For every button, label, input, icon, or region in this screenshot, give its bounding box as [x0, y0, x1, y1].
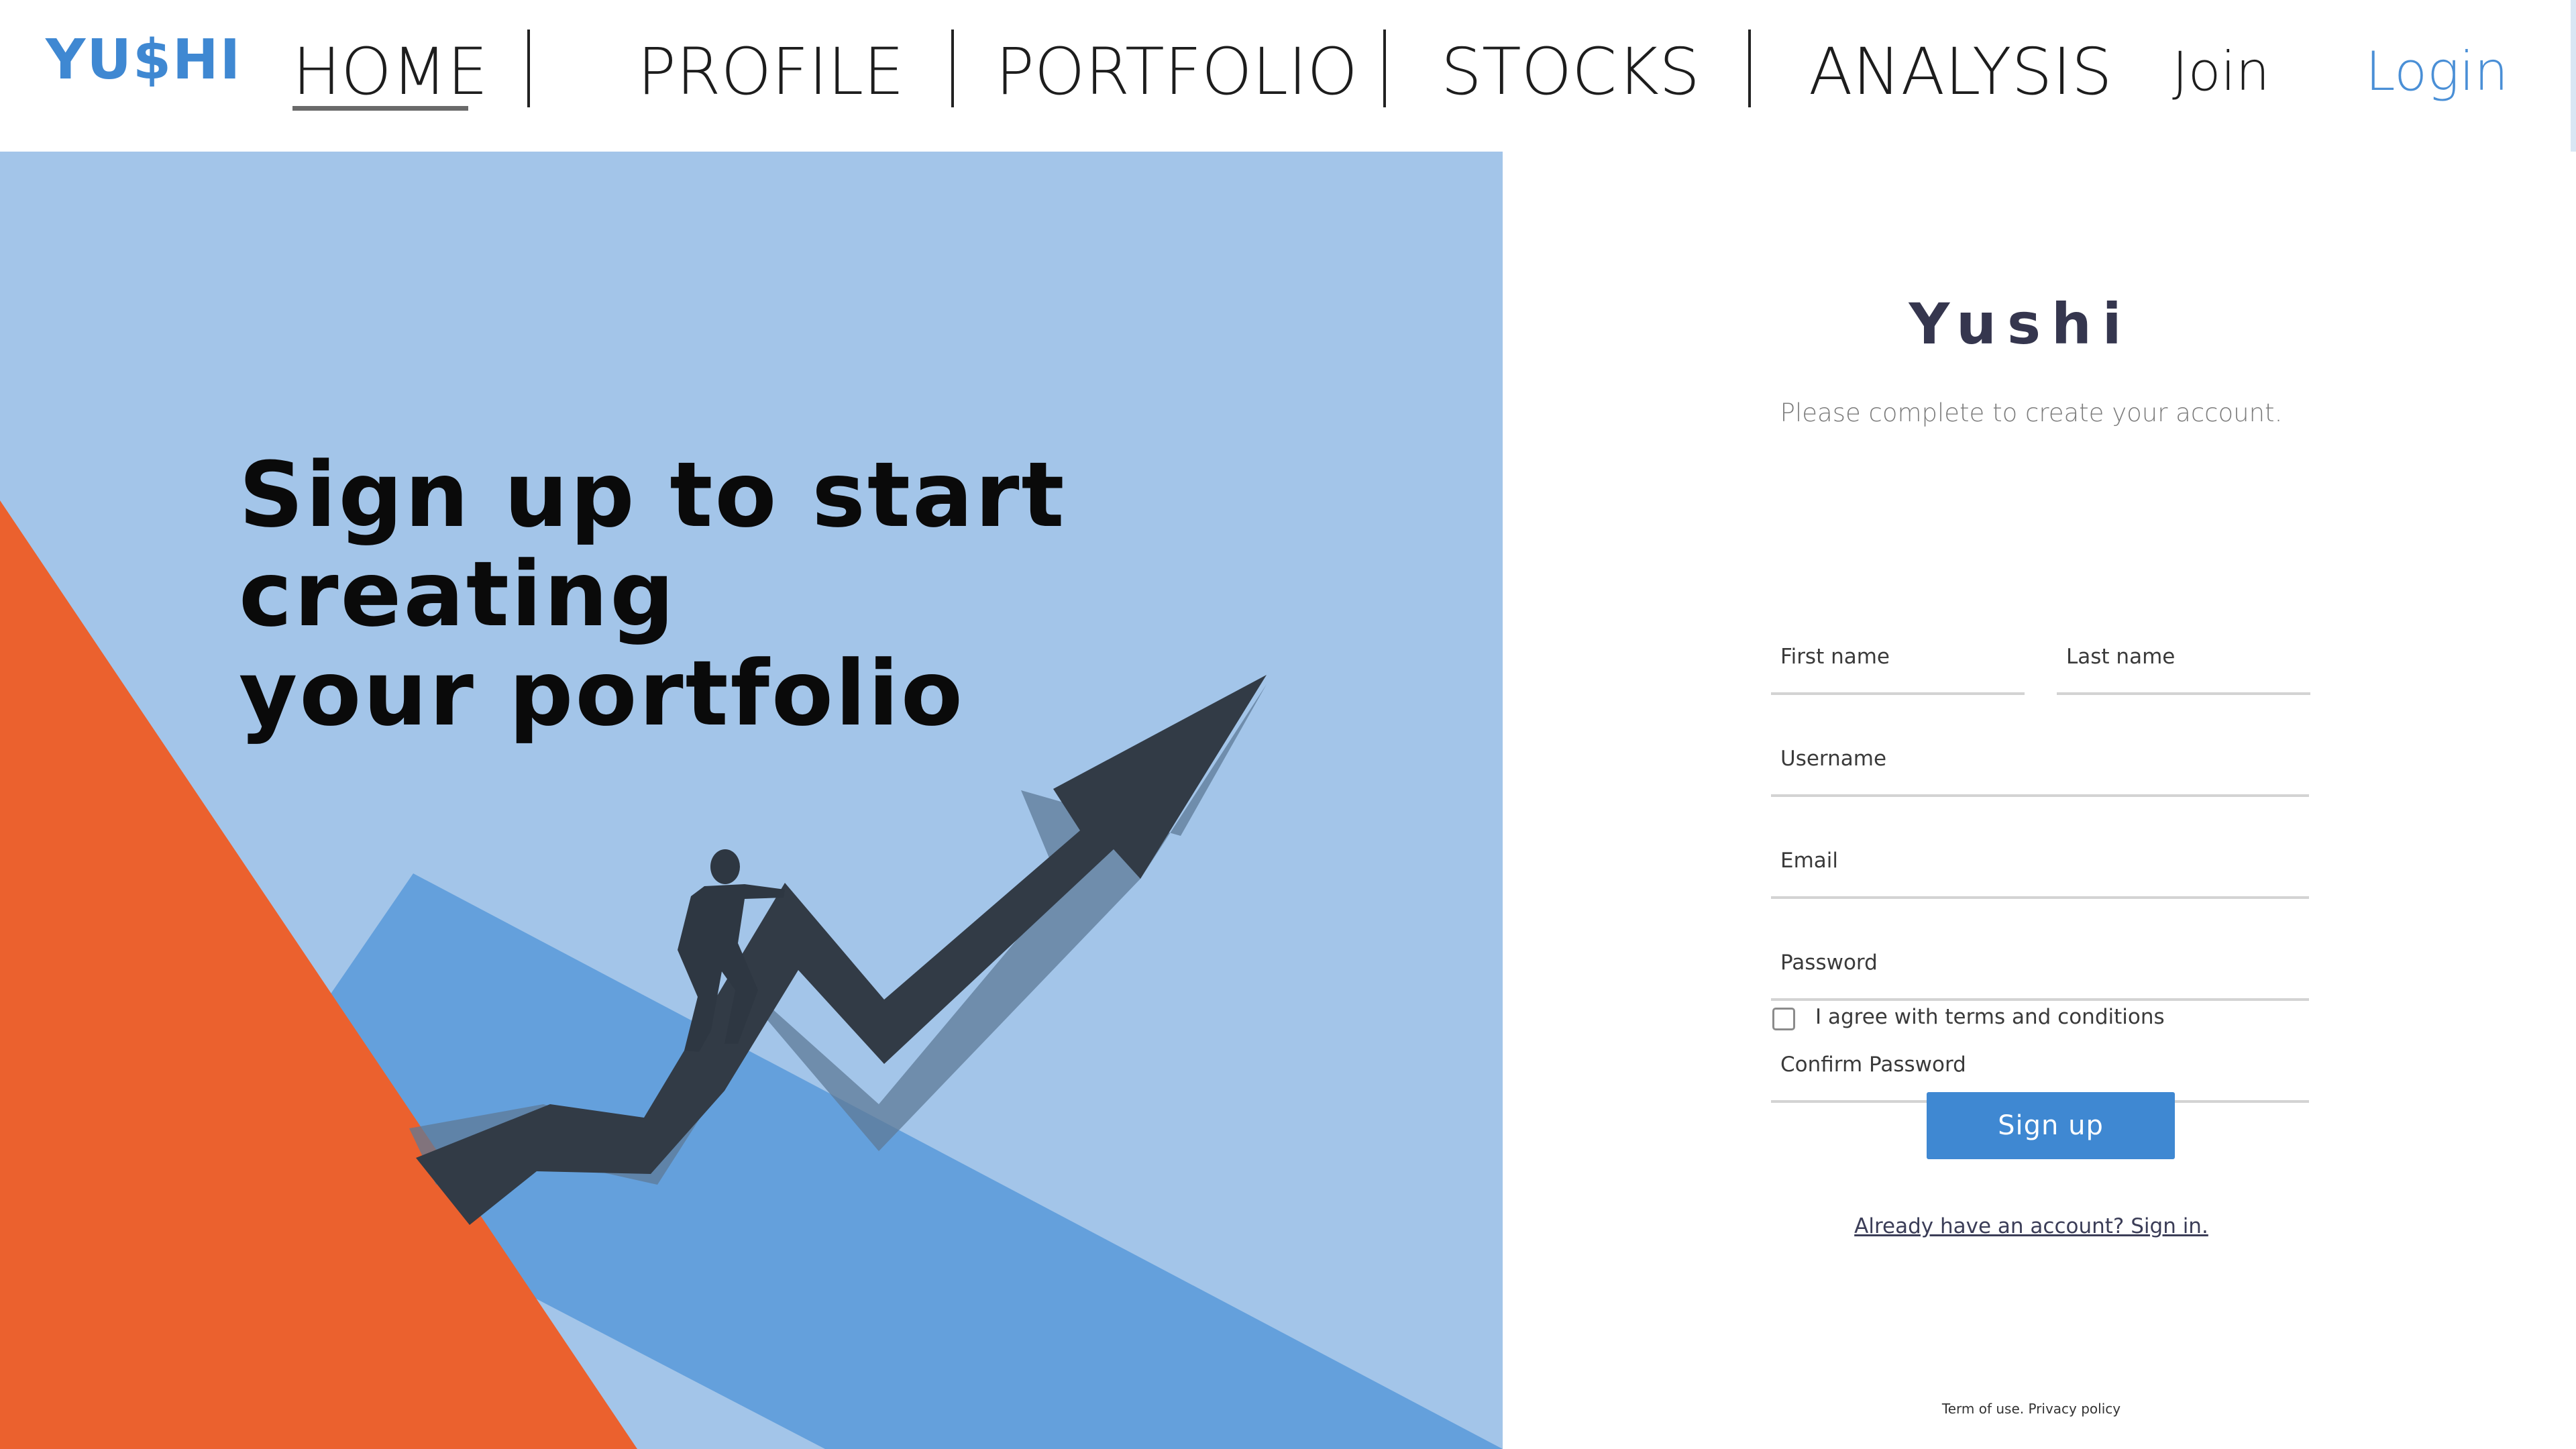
- hero-headline-line1: Sign up to start creating: [239, 443, 1067, 647]
- nav-link-profile[interactable]: PROFILE: [637, 35, 904, 109]
- active-nav-underline: [292, 106, 468, 111]
- form-subtitle: Please complete to create your account.: [1780, 398, 2283, 427]
- sign-up-button[interactable]: Sign up: [1927, 1092, 2175, 1159]
- brand-title: Yushi: [1909, 291, 2133, 357]
- hero-headline: Sign up to start creating your portfolio: [239, 445, 1446, 743]
- nav-separator: [527, 30, 530, 107]
- username-field[interactable]: [1771, 733, 2309, 797]
- hero-illustration: [0, 500, 1503, 1449]
- nav-separator: [1383, 30, 1386, 107]
- join-link[interactable]: Join: [2172, 35, 2269, 109]
- top-navbar: YU$HI HOME PROFILE PORTFOLIO STOCKS ANAL…: [0, 0, 2576, 152]
- hero-headline-line2: your portfolio: [239, 641, 965, 746]
- first-name-field[interactable]: [1771, 631, 2025, 695]
- nav-link-analysis[interactable]: ANALYSIS: [1809, 35, 2112, 109]
- nav-link-home[interactable]: HOME: [292, 35, 488, 109]
- page-scrollbar[interactable]: [2571, 0, 2576, 152]
- nav-link-portfolio[interactable]: PORTFOLIO: [996, 35, 1358, 109]
- nav-separator: [1748, 30, 1751, 107]
- signup-panel: Yushi Please complete to create your acc…: [1503, 152, 2576, 1449]
- password-field[interactable]: [1771, 936, 2309, 1001]
- footer-links[interactable]: Term of use. Privacy policy: [1503, 1401, 2560, 1417]
- email-field[interactable]: [1771, 835, 2309, 899]
- terms-label[interactable]: I agree with terms and conditions: [1815, 1005, 2165, 1029]
- nav-separator: [951, 30, 954, 107]
- last-name-field[interactable]: [2057, 631, 2310, 695]
- hero-section: Sign up to start creating your portfolio: [0, 152, 1503, 1449]
- login-link[interactable]: Login: [2365, 35, 2508, 109]
- nav-link-stocks[interactable]: STOCKS: [1441, 35, 1700, 109]
- terms-checkbox[interactable]: [1772, 1008, 1795, 1030]
- sign-in-link[interactable]: Already have an account? Sign in.: [1503, 1214, 2560, 1238]
- yushi-logo[interactable]: YU$HI: [46, 28, 241, 92]
